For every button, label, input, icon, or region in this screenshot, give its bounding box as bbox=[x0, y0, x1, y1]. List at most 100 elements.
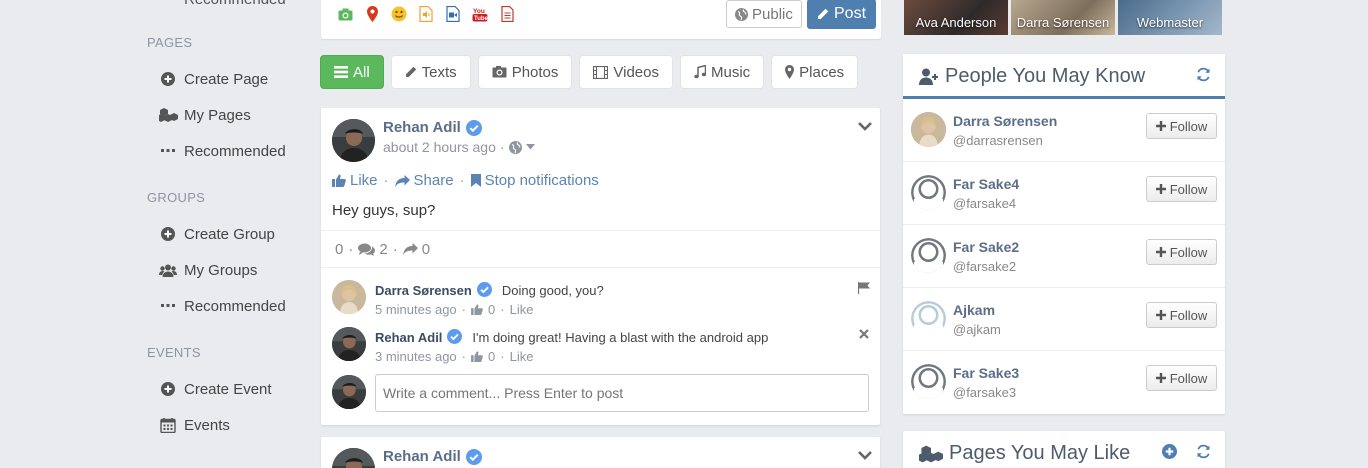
plus-icon bbox=[1155, 121, 1166, 131]
avatar[interactable] bbox=[911, 112, 946, 147]
sidebar-item-my-groups[interactable]: My Groups bbox=[158, 259, 257, 281]
plus-icon bbox=[1155, 247, 1166, 257]
sidebar-recommended-cut[interactable]: Recommended bbox=[184, 0, 286, 8]
plus-circle-icon[interactable] bbox=[1162, 444, 1177, 459]
share-label: Share bbox=[413, 172, 454, 189]
tab-music[interactable]: Music bbox=[679, 55, 765, 89]
list-icon bbox=[334, 66, 348, 78]
person-name[interactable]: Darra Sørensen bbox=[953, 113, 1057, 129]
avatar[interactable] bbox=[332, 448, 375, 468]
caret-down-icon[interactable] bbox=[525, 144, 535, 150]
person-name[interactable]: Ajkam bbox=[953, 302, 995, 318]
flag-icon[interactable] bbox=[858, 282, 871, 294]
avatar bbox=[332, 375, 366, 409]
photo-icon bbox=[492, 66, 507, 78]
tab-label: Videos bbox=[613, 63, 659, 81]
verified-icon bbox=[465, 119, 482, 136]
comment-likes: 0 bbox=[488, 349, 496, 364]
map-pin-icon[interactable] bbox=[362, 4, 382, 24]
sidebar-item-create-page[interactable]: Create Page bbox=[158, 68, 268, 90]
photo-tile[interactable]: Webmaster bbox=[1118, 0, 1222, 35]
cubes-icon bbox=[158, 106, 178, 124]
panel-title: People You May Know bbox=[919, 65, 1145, 88]
person-name[interactable]: Far Sake3 bbox=[953, 365, 1019, 381]
follow-label: Follow bbox=[1169, 307, 1208, 323]
post-author[interactable]: Rehan Adil bbox=[383, 448, 482, 465]
tab-photos[interactable]: Photos bbox=[477, 55, 573, 89]
globe-icon[interactable] bbox=[508, 140, 522, 154]
document-icon[interactable] bbox=[497, 4, 517, 24]
tab-places[interactable]: Places bbox=[771, 55, 859, 89]
author-name[interactable]: Rehan Adil bbox=[383, 119, 461, 136]
post-author[interactable]: Rehan Adil bbox=[383, 119, 482, 136]
comments-count-value: 2 bbox=[379, 240, 388, 258]
follow-button[interactable]: Follow bbox=[1146, 365, 1217, 391]
person-name[interactable]: Far Sake2 bbox=[953, 239, 1019, 255]
sidebar-item-my-pages[interactable]: My Pages bbox=[158, 104, 251, 126]
sidebar-item-recommended-groups[interactable]: Recommended bbox=[158, 295, 286, 317]
sidebar-item-create-group[interactable]: Create Group bbox=[158, 223, 275, 245]
person-name[interactable]: Far Sake4 bbox=[953, 176, 1019, 192]
pages-you-may-like-panel: Pages You May Like bbox=[903, 431, 1225, 468]
photo-caption: Darra Sørensen bbox=[1016, 15, 1110, 30]
youtube-icon[interactable]: You Tube bbox=[470, 4, 490, 24]
share-button[interactable]: Share bbox=[394, 172, 454, 189]
author-name[interactable]: Rehan Adil bbox=[383, 448, 461, 465]
video-file-icon[interactable] bbox=[443, 4, 463, 24]
audio-file-icon[interactable] bbox=[416, 4, 436, 24]
avatar[interactable] bbox=[332, 280, 366, 314]
stop-notifications-button[interactable]: Stop notifications bbox=[470, 172, 599, 189]
follow-button[interactable]: Follow bbox=[1146, 239, 1217, 265]
post-time[interactable]: about 2 hours ago bbox=[383, 139, 496, 155]
comment-input[interactable] bbox=[375, 374, 869, 412]
suggested-person: Darra Sørensen @darrasrensen Follow bbox=[903, 99, 1225, 162]
follow-button[interactable]: Follow bbox=[1146, 113, 1217, 139]
comment-body: Rehan Adil I'm doing great! Having a bla… bbox=[375, 329, 768, 345]
photo-tile[interactable]: Ava Anderson bbox=[904, 0, 1008, 35]
avatar[interactable] bbox=[911, 238, 946, 273]
smiley-icon[interactable] bbox=[389, 4, 409, 24]
close-icon[interactable] bbox=[859, 329, 869, 339]
sidebar-item-events[interactable]: Events bbox=[158, 414, 230, 436]
avatar[interactable] bbox=[332, 327, 366, 361]
comment-item: Darra Sørensen Doing good, you? 5 minute… bbox=[332, 278, 872, 318]
comment-like-button[interactable]: Like bbox=[510, 349, 534, 364]
avatar[interactable] bbox=[332, 119, 375, 162]
sidebar-item-recommended-pages[interactable]: Recommended bbox=[158, 140, 286, 162]
post-options-chevron-icon[interactable] bbox=[857, 118, 873, 134]
likes-count[interactable]: 0 bbox=[335, 241, 343, 258]
follow-button[interactable]: Follow bbox=[1146, 302, 1217, 328]
tab-all[interactable]: All bbox=[320, 55, 384, 89]
share-icon bbox=[394, 174, 410, 187]
tab-texts[interactable]: Texts bbox=[390, 55, 471, 89]
comment-author[interactable]: Darra Sørensen bbox=[375, 283, 472, 298]
cubes-icon bbox=[919, 444, 943, 464]
user-plus-icon bbox=[919, 68, 939, 85]
refresh-icon[interactable] bbox=[1196, 444, 1211, 459]
comment-item: Rehan Adil I'm doing great! Having a bla… bbox=[332, 325, 872, 365]
post-options-chevron-icon[interactable] bbox=[857, 447, 873, 463]
sidebar-item-create-event[interactable]: Create Event bbox=[158, 378, 272, 400]
feed-post: Rehan Adil bbox=[321, 437, 880, 468]
plus-icon bbox=[1155, 373, 1166, 383]
avatar[interactable] bbox=[911, 301, 946, 336]
comment-like-button[interactable]: Like bbox=[510, 302, 534, 317]
comment-author[interactable]: Rehan Adil bbox=[375, 330, 442, 345]
avatar[interactable] bbox=[911, 364, 946, 399]
privacy-public-button[interactable]: Public bbox=[726, 0, 802, 28]
like-button[interactable]: Like bbox=[332, 172, 378, 189]
post-button[interactable]: Post bbox=[807, 0, 877, 29]
camera-icon[interactable] bbox=[335, 4, 355, 24]
plus-icon bbox=[1155, 184, 1166, 194]
globe-icon bbox=[735, 7, 748, 21]
photo-tile[interactable]: Darra Sørensen bbox=[1011, 0, 1115, 35]
tab-videos[interactable]: Videos bbox=[579, 55, 673, 89]
follow-button[interactable]: Follow bbox=[1146, 176, 1217, 202]
svg-text:Tube: Tube bbox=[474, 16, 488, 22]
comments-count[interactable]: 2 bbox=[358, 240, 388, 258]
sidebar-item-label: Recommended bbox=[184, 142, 286, 160]
shares-count[interactable]: 0 bbox=[402, 241, 430, 258]
follow-label: Follow bbox=[1169, 370, 1208, 386]
refresh-icon[interactable] bbox=[1196, 67, 1211, 82]
avatar[interactable] bbox=[911, 175, 946, 210]
